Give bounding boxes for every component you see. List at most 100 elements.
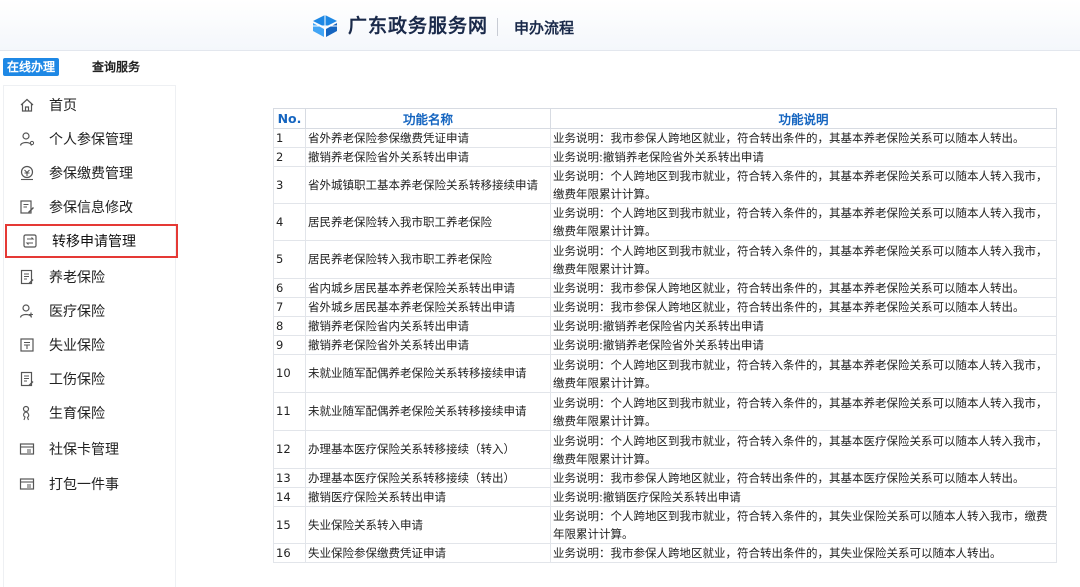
column-header-desc: 功能说明 (550, 108, 1057, 129)
table-row[interactable]: 15 失业保险关系转入申请 业务说明：个人跨地区到我市就业，符合转入条件的，其失… (273, 506, 1057, 544)
row-no: 3 (273, 166, 306, 204)
table-row[interactable]: 12 办理基本医疗保险关系转移接续（转入） 业务说明：个人跨地区到我市就业，符合… (273, 430, 1057, 469)
row-name[interactable]: 撤销养老保险省内关系转出申请 (305, 316, 551, 336)
row-desc: 业务说明：我市参保人跨地区就业，符合转出条件的，其失业保险关系可以随本人转出。 (550, 543, 1057, 563)
sidebar-item-injury[interactable]: 工伤保险 (4, 362, 177, 395)
card-icon (18, 440, 36, 458)
tab-query-service[interactable]: 查询服务 (92, 58, 140, 76)
row-desc: 业务说明:撤销养老保险省外关系转出申请 (550, 335, 1057, 355)
row-name[interactable]: 办理基本医疗保险关系转移接续（转入） (305, 430, 551, 469)
sidebar-item-payment[interactable]: 参保缴费管理 (4, 156, 177, 189)
row-name[interactable]: 撤销养老保险省外关系转出申请 (305, 335, 551, 355)
table-row[interactable]: 6 省内城乡居民基本养老保险关系转出申请 业务说明：我市参保人跨地区就业，符合转… (273, 278, 1057, 298)
header-divider (497, 18, 498, 36)
row-name[interactable]: 居民养老保险转入我市职工养老保险 (305, 240, 551, 279)
sidebar-item-label: 转移申请管理 (52, 234, 136, 250)
row-name[interactable]: 办理基本医疗保险关系转移接续（转出） (305, 468, 551, 488)
row-name[interactable]: 失业保险关系转入申请 (305, 506, 551, 544)
row-name[interactable]: 失业保险参保缴费凭证申请 (305, 543, 551, 563)
row-no: 7 (273, 297, 306, 317)
row-no: 11 (273, 392, 306, 431)
sidebar-item-medical[interactable]: 医疗保险 (4, 294, 177, 327)
row-no: 2 (273, 147, 306, 167)
table-row[interactable]: 16 失业保险参保缴费凭证申请 业务说明：我市参保人跨地区就业，符合转出条件的，… (273, 543, 1057, 563)
sidebar-item-label: 失业保险 (49, 337, 105, 354)
row-desc: 业务说明：个人跨地区到我市就业，符合转入条件的，其基本养老保险关系可以随本人转入… (550, 166, 1057, 204)
table-row[interactable]: 7 省外城乡居民基本养老保险关系转出申请 业务说明：我市参保人跨地区就业，符合转… (273, 297, 1057, 317)
document-icon (18, 370, 36, 388)
table-header-row: No. 功能名称 功能说明 (273, 108, 1057, 129)
guangdong-logo-icon (313, 15, 337, 37)
row-no: 10 (273, 354, 306, 393)
tab-online-service[interactable]: 在线办理 (3, 58, 60, 76)
row-desc: 业务说明：我市参保人跨地区就业，符合转出条件的，其基本养老保险关系可以随本人转出… (550, 128, 1057, 148)
sidebar-item-label: 首页 (49, 97, 77, 114)
row-desc: 业务说明：我市参保人跨地区就业，符合转出条件的，其基本医疗保险关系可以随本人转出… (550, 468, 1057, 488)
sidebar-item-maternity[interactable]: 生育保险 (4, 396, 177, 429)
row-name[interactable]: 省内城乡居民基本养老保险关系转出申请 (305, 278, 551, 298)
table-row[interactable]: 8 撤销养老保险省内关系转出申请 业务说明:撤销养老保险省内关系转出申请 (273, 316, 1057, 336)
row-no: 16 (273, 543, 306, 563)
user-icon (18, 130, 36, 148)
payment-icon (18, 164, 36, 182)
row-name[interactable]: 居民养老保险转入我市职工养老保险 (305, 203, 551, 241)
function-table: No. 功能名称 功能说明 1 省外养老保险参保缴费凭证申请 业务说明：我市参保… (273, 108, 1057, 563)
row-desc: 业务说明：个人跨地区到我市就业，符合转入条件的，其失业保险关系可以随本人转入我市… (550, 506, 1057, 544)
sidebar-item-personal-insurance[interactable]: 个人参保管理 (4, 122, 177, 155)
sidebar-item-home[interactable]: 首页 (4, 88, 177, 121)
site-title[interactable]: 广东政务服务网 (348, 14, 488, 38)
sidebar-item-label: 参保信息修改 (49, 199, 133, 216)
row-desc: 业务说明:撤销医疗保险关系转出申请 (550, 487, 1057, 507)
table-row[interactable]: 14 撤销医疗保险关系转出申请 业务说明:撤销医疗保险关系转出申请 (273, 487, 1057, 507)
row-name[interactable]: 未就业随军配偶养老保险关系转移接续申请 (305, 392, 551, 431)
table-row[interactable]: 10 未就业随军配偶养老保险关系转移接续申请 业务说明：个人跨地区到我市就业，符… (273, 354, 1057, 393)
sidebar-item-unemployment[interactable]: 失业保险 (4, 328, 177, 361)
table-row[interactable]: 9 撤销养老保险省外关系转出申请 业务说明:撤销养老保险省外关系转出申请 (273, 335, 1057, 355)
sidebar-item-info-edit[interactable]: 参保信息修改 (4, 190, 177, 223)
row-no: 14 (273, 487, 306, 507)
row-desc: 业务说明：个人跨地区到我市就业，符合转入条件的，其基本养老保险关系可以随本人转入… (550, 203, 1057, 241)
unemployment-icon (18, 336, 36, 354)
table-row[interactable]: 3 省外城镇职工基本养老保险关系转移接续申请 业务说明：个人跨地区到我市就业，符… (273, 166, 1057, 204)
table-row[interactable]: 13 办理基本医疗保险关系转移接续（转出） 业务说明：我市参保人跨地区就业，符合… (273, 468, 1057, 488)
table-row[interactable]: 5 居民养老保险转入我市职工养老保险 业务说明：个人跨地区到我市就业，符合转入条… (273, 240, 1057, 279)
edit-icon (18, 198, 36, 216)
page-header: 广东政务服务网 申办流程 (0, 0, 1080, 51)
medical-user-icon (18, 302, 36, 320)
sidebar-item-label: 生育保险 (49, 405, 105, 422)
sidebar-item-card[interactable]: 社保卡管理 (4, 432, 177, 465)
table-row[interactable]: 11 未就业随军配偶养老保险关系转移接续申请 业务说明：个人跨地区到我市就业，符… (273, 392, 1057, 431)
sidebar-item-label: 工伤保险 (49, 371, 105, 388)
sidebar-item-pension[interactable]: 养老保险 (4, 260, 177, 293)
sidebar: 首页 个人参保管理 参保缴费管理 参保信息修改 转移申请管理 养老保险 医疗保险… (3, 85, 178, 587)
row-no: 4 (273, 203, 306, 241)
transfer-icon (21, 232, 39, 250)
row-name[interactable]: 省外城乡居民基本养老保险关系转出申请 (305, 297, 551, 317)
maternity-icon (18, 404, 36, 422)
sidebar-item-transfer[interactable]: 转移申请管理 (5, 224, 178, 258)
row-no: 12 (273, 430, 306, 469)
sidebar-item-label: 参保缴费管理 (49, 165, 133, 182)
package-icon (18, 475, 36, 493)
column-header-name: 功能名称 (305, 108, 551, 129)
row-no: 1 (273, 128, 306, 148)
row-name[interactable]: 撤销养老保险省外关系转出申请 (305, 147, 551, 167)
table-row[interactable]: 1 省外养老保险参保缴费凭证申请 业务说明：我市参保人跨地区就业，符合转出条件的… (273, 128, 1057, 148)
row-desc: 业务说明:撤销养老保险省外关系转出申请 (550, 147, 1057, 167)
row-name[interactable]: 撤销医疗保险关系转出申请 (305, 487, 551, 507)
page-subtitle: 申办流程 (514, 19, 575, 37)
table-row[interactable]: 4 居民养老保险转入我市职工养老保险 业务说明：个人跨地区到我市就业，符合转入条… (273, 203, 1057, 241)
row-name[interactable]: 未就业随军配偶养老保险关系转移接续申请 (305, 354, 551, 393)
row-no: 13 (273, 468, 306, 488)
sidebar-item-label: 打包一件事 (49, 476, 119, 493)
row-desc: 业务说明：我市参保人跨地区就业，符合转出条件的，其基本养老保险关系可以随本人转出… (550, 278, 1057, 298)
row-name[interactable]: 省外养老保险参保缴费凭证申请 (305, 128, 551, 148)
row-name[interactable]: 省外城镇职工基本养老保险关系转移接续申请 (305, 166, 551, 204)
row-desc: 业务说明：个人跨地区到我市就业，符合转入条件的，其基本养老保险关系可以随本人转入… (550, 392, 1057, 431)
row-desc: 业务说明:撤销养老保险省内关系转出申请 (550, 316, 1057, 336)
row-no: 6 (273, 278, 306, 298)
row-desc: 业务说明：个人跨地区到我市就业，符合转入条件的，其基本医疗保险关系可以随本人转入… (550, 430, 1057, 469)
sidebar-item-package[interactable]: 打包一件事 (4, 467, 177, 500)
table-row[interactable]: 2 撤销养老保险省外关系转出申请 业务说明:撤销养老保险省外关系转出申请 (273, 147, 1057, 167)
column-header-no: No. (273, 108, 306, 129)
